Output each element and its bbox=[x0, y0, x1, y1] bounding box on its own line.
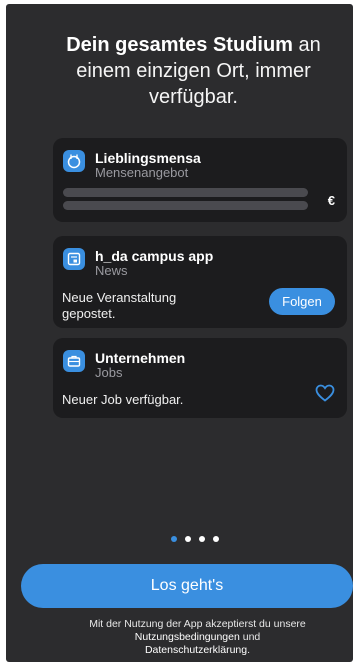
legal-prefix: Mit der Nutzung der App akzeptierst du u… bbox=[89, 618, 306, 630]
page-dot[interactable] bbox=[198, 536, 205, 542]
get-started-button[interactable]: Los geht's bbox=[21, 564, 353, 608]
placeholder-bar bbox=[63, 188, 308, 197]
briefcase-icon bbox=[63, 350, 85, 372]
currency-label: € bbox=[327, 193, 335, 208]
headline-bold: Dein gesamtes Studium bbox=[66, 34, 293, 56]
placeholder-bar bbox=[63, 201, 308, 210]
card-jobs: Unternehmen Jobs Neuer Job verfügbar. bbox=[53, 338, 347, 418]
card-title: Lieblingsmensa bbox=[95, 150, 201, 166]
jobs-text: Neuer Job verfügbar. bbox=[62, 392, 184, 407]
legal-and: und bbox=[239, 631, 261, 643]
card-subtitle: News bbox=[95, 263, 128, 278]
card-title: h_da campus app bbox=[95, 248, 214, 264]
privacy-link[interactable]: Datenschutzerklärung bbox=[145, 644, 247, 656]
newspaper-icon bbox=[63, 248, 85, 270]
headline: Dein gesamtes Studium an einem einzigen … bbox=[46, 32, 341, 110]
page-dot[interactable] bbox=[212, 536, 219, 542]
legal-notice: Mit der Nutzung der App akzeptierst du u… bbox=[46, 618, 349, 657]
card-mensa: Lieblingsmensa Mensenangebot € bbox=[53, 138, 347, 222]
card-subtitle: Mensenangebot bbox=[95, 165, 189, 180]
news-text: Neue Veranstaltung gepostet. bbox=[62, 290, 177, 321]
page-dot[interactable] bbox=[184, 536, 191, 542]
follow-button[interactable]: Folgen bbox=[269, 288, 335, 315]
page-indicator[interactable] bbox=[6, 536, 353, 542]
page-dot-active[interactable] bbox=[170, 536, 177, 542]
legal-suffix: . bbox=[247, 644, 251, 656]
terms-link[interactable]: Nutzungsbedingungen bbox=[135, 631, 240, 643]
card-title: Unternehmen bbox=[95, 350, 186, 366]
card-news: h_da campus app News Neue Veranstaltung … bbox=[53, 236, 347, 328]
heart-icon[interactable] bbox=[315, 384, 335, 407]
card-subtitle: Jobs bbox=[95, 365, 123, 380]
onboarding-screen: Dein gesamtes Studium an einem einzigen … bbox=[6, 4, 353, 662]
fork-knife-icon bbox=[63, 150, 85, 172]
